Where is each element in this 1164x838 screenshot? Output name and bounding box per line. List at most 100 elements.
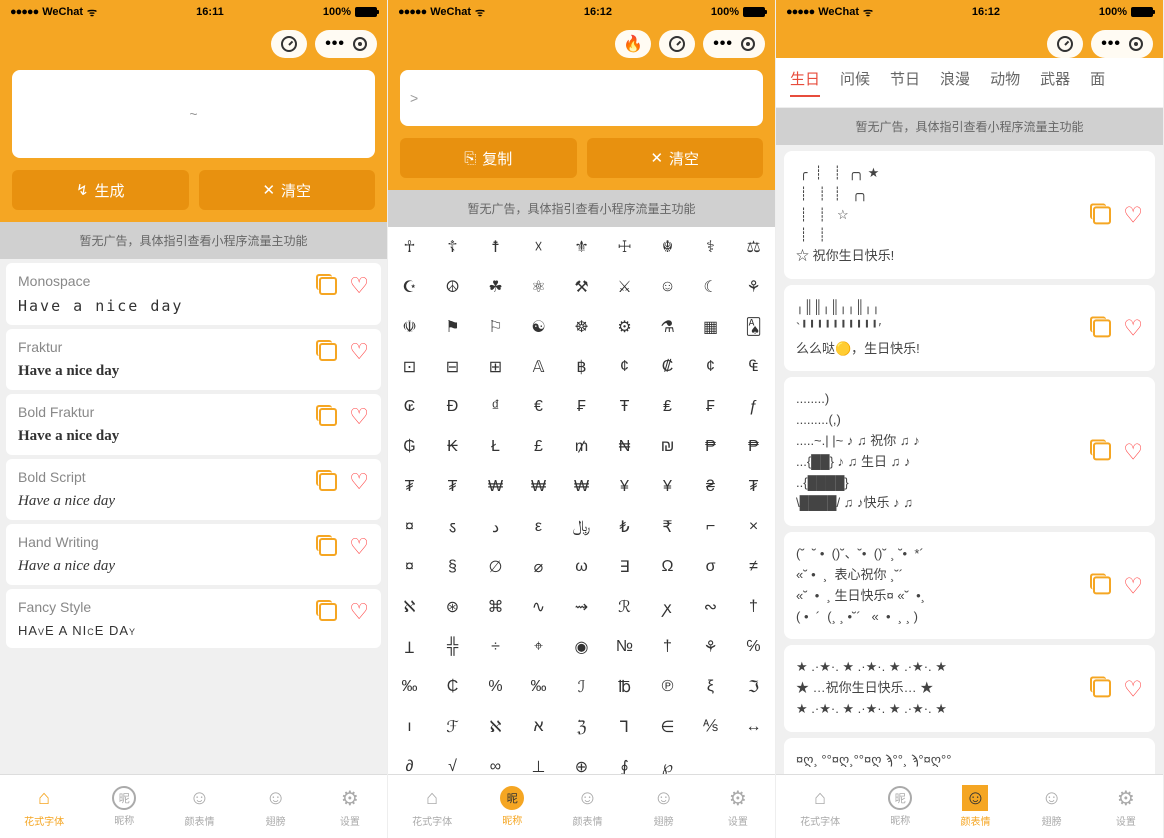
font-card[interactable]: Hand WritingHave a nice day♡ — [6, 524, 381, 585]
copy-button[interactable]: ⎘复制 — [400, 138, 577, 178]
symbol-cell[interactable]: ⚕ — [689, 227, 732, 267]
symbol-grid-scroll[interactable]: ☥☦☨☓⚜☩☬⚕⚖☪☮☘⚛⚒⚔☺☾⚘☫⚑⚐☯☸⚙⚗▦🂡⊡⊟⊞𝔸฿¢₡¢₠₢Đ₫€… — [388, 227, 775, 774]
font-card[interactable]: Bold FrakturHave a nice day♡ — [6, 394, 381, 455]
symbol-cell[interactable]: ☨ — [474, 227, 517, 267]
symbol-cell[interactable]: ☯ — [517, 307, 560, 347]
heart-icon[interactable]: ♡ — [349, 339, 369, 365]
symbol-cell[interactable]: ℨ — [560, 707, 603, 747]
symbol-cell[interactable]: ε — [517, 507, 560, 547]
symbol-cell[interactable]: ₺ — [603, 507, 646, 547]
symbol-cell[interactable]: ℐ — [560, 667, 603, 707]
font-card[interactable]: FrakturHave a nice day♡ — [6, 329, 381, 390]
history-button[interactable] — [659, 30, 695, 58]
tab-动物[interactable]: 动物 — [990, 68, 1020, 97]
symbol-cell[interactable]: ₠ — [732, 347, 775, 387]
symbol-cell[interactable]: ¢ — [689, 347, 732, 387]
symbol-cell[interactable]: ₤ — [646, 387, 689, 427]
symbol-cell[interactable]: ω — [560, 547, 603, 587]
symbol-cell[interactable]: ∾ — [689, 587, 732, 627]
symbol-cell[interactable]: † — [646, 627, 689, 667]
symbol-cell[interactable]: ⚘ — [689, 627, 732, 667]
symbol-cell[interactable]: ⚔ — [603, 267, 646, 307]
symbol-cell[interactable]: ऽ — [431, 507, 474, 547]
copy-icon[interactable] — [1093, 206, 1111, 224]
nav-花式字体[interactable]: ⌂花式字体 — [800, 785, 840, 828]
symbol-cell[interactable]: ☸ — [560, 307, 603, 347]
emoticon-card[interactable]: (˘ ˘ • ()˘、˘• ()˘ ¸ ˘• *´ «˘ • ¸ 表心祝你 ¸˘… — [784, 532, 1155, 639]
text-input[interactable]: ~ — [12, 70, 375, 158]
symbol-cell[interactable]: Đ — [431, 387, 474, 427]
heart-icon[interactable]: ♡ — [1123, 197, 1143, 232]
heart-icon[interactable]: ♡ — [349, 404, 369, 430]
font-card[interactable]: MonospaceHave a nice day♡ — [6, 263, 381, 325]
symbol-cell[interactable]: ☮ — [431, 267, 474, 307]
symbol-cell[interactable]: ¢ — [603, 347, 646, 387]
symbol-cell[interactable]: ⊞ — [474, 347, 517, 387]
symbol-cell[interactable]: ℔ — [603, 667, 646, 707]
nav-颜表情[interactable]: ☺颜表情 — [960, 785, 990, 828]
symbol-cell[interactable]: σ — [689, 547, 732, 587]
symbol-cell[interactable]: ÷ — [474, 627, 517, 667]
nav-设置[interactable]: ⚙设置 — [337, 785, 363, 828]
symbol-cell[interactable]: ₮ — [732, 467, 775, 507]
symbol-cell[interactable]: ₲ — [388, 427, 431, 467]
symbol-cell[interactable]: Ʇ — [388, 627, 431, 667]
symbol-cell[interactable]: ₪ — [646, 427, 689, 467]
symbol-cell[interactable]: ☩ — [603, 227, 646, 267]
copy-icon[interactable] — [319, 277, 337, 295]
nav-花式字体[interactable]: ⌂花式字体 — [412, 785, 452, 828]
symbol-cell[interactable]: Ł — [474, 427, 517, 467]
symbol-cell[interactable]: ⊥ — [517, 747, 560, 774]
history-button[interactable] — [1047, 30, 1083, 58]
symbol-cell[interactable]: √ — [431, 747, 474, 774]
symbol-cell[interactable]: ⌐ — [689, 507, 732, 547]
copy-icon[interactable] — [319, 603, 337, 621]
symbol-cell[interactable]: ⚑ — [431, 307, 474, 347]
heart-icon[interactable]: ♡ — [349, 534, 369, 560]
heart-icon[interactable]: ♡ — [1123, 671, 1143, 706]
tab-浪漫[interactable]: 浪漫 — [940, 68, 970, 97]
symbol-cell[interactable]: ¥ — [603, 467, 646, 507]
emoticon-card[interactable]: ╭ ┊ ┊ ╭╮ ★ ┊ ┊ ┊ ╭╮ ┊ ┊ ☆ ┊ ┊ ☆ 祝你生日快乐!♡ — [784, 151, 1155, 279]
history-button[interactable] — [271, 30, 307, 58]
symbol-cell[interactable]: ₭ — [431, 427, 474, 467]
clear-button[interactable]: ✕清空 — [587, 138, 764, 178]
copy-icon[interactable] — [1093, 680, 1111, 698]
symbol-cell[interactable]: ∅ — [474, 547, 517, 587]
tab-生日[interactable]: 生日 — [790, 68, 820, 97]
symbol-cell[interactable]: 🂡 — [732, 307, 775, 347]
symbol-cell[interactable]: Ŧ — [603, 387, 646, 427]
symbol-cell[interactable]: ⊡ — [388, 347, 431, 387]
symbol-cell[interactable]: ₮ — [388, 467, 431, 507]
symbol-cell[interactable]: € — [517, 387, 560, 427]
symbol-cell[interactable]: £ — [517, 427, 560, 467]
symbol-cell[interactable]: ‰ — [517, 667, 560, 707]
symbol-cell[interactable]: ⊛ — [431, 587, 474, 627]
symbol-cell[interactable]: ₹ — [646, 507, 689, 547]
symbol-cell[interactable]: × — [732, 507, 775, 547]
symbol-cell[interactable]: ⚐ — [474, 307, 517, 347]
emoticon-card[interactable]: ╷║║╷║╷╷║╷╷ `╹╹╹╹╹╹╹╹╹╹′ 么么哒🟡，生日快乐!♡ — [784, 285, 1155, 371]
symbol-cell[interactable]: ∞ — [474, 747, 517, 774]
symbol-cell[interactable]: ☦ — [431, 227, 474, 267]
symbol-cell[interactable]: № — [603, 627, 646, 667]
clear-button[interactable]: ✕清空 — [199, 170, 376, 210]
nav-翅膀[interactable]: ☺翅膀 — [1039, 785, 1065, 828]
symbol-cell[interactable]: ₦ — [603, 427, 646, 467]
symbol-cell[interactable]: ∮ — [603, 747, 646, 774]
heart-icon[interactable]: ♡ — [1123, 568, 1143, 603]
symbol-cell[interactable]: ⅍ — [689, 707, 732, 747]
symbol-cell[interactable]: ℘ — [646, 747, 689, 774]
symbol-cell[interactable]: † — [732, 587, 775, 627]
symbol-cell[interactable]: ∈ — [646, 707, 689, 747]
emoticon-card[interactable]: ........) .........(,) .....~.| |~ ♪ ♫ 祝… — [784, 377, 1155, 526]
symbol-cell[interactable]: ◉ — [560, 627, 603, 667]
nav-颜表情[interactable]: ☺颜表情 — [572, 785, 602, 828]
nav-昵称[interactable]: 昵昵称 — [500, 786, 524, 827]
symbol-cell[interactable]: ⅂ — [603, 707, 646, 747]
generate-button[interactable]: ↯生成 — [12, 170, 189, 210]
symbol-cell[interactable]: § — [431, 547, 474, 587]
symbol-cell[interactable]: ⚗ — [646, 307, 689, 347]
font-card[interactable]: Bold ScriptHave a nice day♡ — [6, 459, 381, 520]
symbol-cell[interactable]: ℱ — [431, 707, 474, 747]
